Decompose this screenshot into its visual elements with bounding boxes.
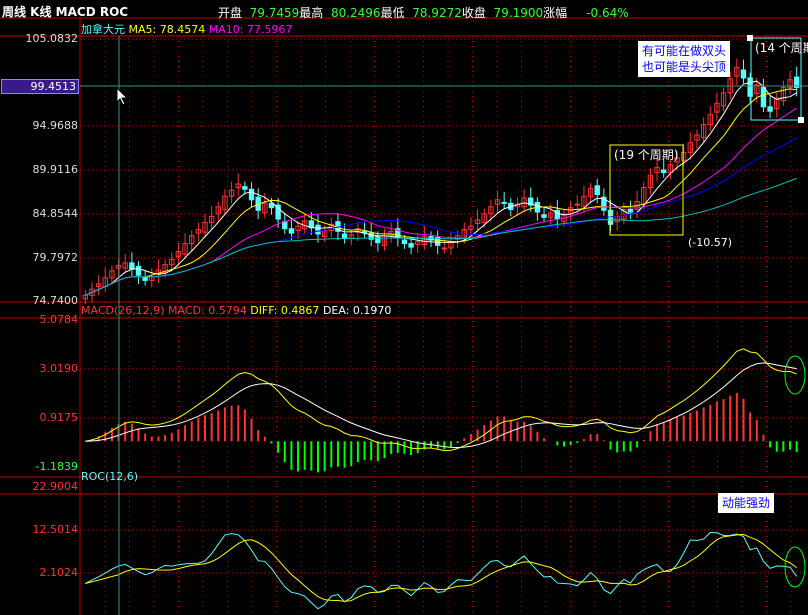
ma30-line xyxy=(85,137,797,296)
open-label: 开盘 xyxy=(218,6,243,20)
candle-down xyxy=(760,87,767,108)
low-value: 78.9272 xyxy=(412,6,462,20)
high-label: 最高 xyxy=(299,6,324,20)
candle-down xyxy=(401,239,408,245)
change-label: 涨幅 xyxy=(543,6,568,20)
candle-down xyxy=(135,265,142,276)
close-value: 79.1900 xyxy=(493,6,544,20)
candle-down xyxy=(661,169,667,174)
macd-axis-label: -1.1839 xyxy=(35,460,78,473)
close-label: 收盘 xyxy=(461,6,486,20)
highlight-ellipse-macd xyxy=(784,355,806,395)
note-line: 有可能在做双头 xyxy=(642,44,727,58)
candle-down xyxy=(282,221,288,230)
candle-down xyxy=(375,236,381,244)
candle-down xyxy=(129,262,135,270)
roc-axis-label: 2.1024 xyxy=(39,566,79,579)
ma5-value: MA5: 78.4574 xyxy=(128,23,206,36)
low-label: 最低 xyxy=(380,6,405,20)
roc-axis-label: 12.5014 xyxy=(32,523,79,536)
note-momentum: 动能强劲 xyxy=(718,493,775,513)
macd-axis-label: 5.0784 xyxy=(39,313,79,326)
price-axis-label: 89.9116 xyxy=(32,163,79,176)
candle-down xyxy=(594,185,600,196)
macd-params: MACD(26,12,9) xyxy=(81,304,165,317)
candle-down xyxy=(248,188,255,201)
ma10-value: MA10: 77.5967 xyxy=(208,23,293,36)
candle-down xyxy=(288,228,295,234)
change-value: -0.64% xyxy=(586,6,629,20)
open-value: 79.7459 xyxy=(249,6,300,20)
candle-down xyxy=(242,186,248,190)
candle-down xyxy=(541,214,547,218)
macd-legend: MACD(26,12,9) MACD: 0.5794 DIFF: 0.4867 … xyxy=(81,304,391,317)
macd-axis-label: 3.0190 xyxy=(39,362,79,375)
roc-axis-label: 22.9004 xyxy=(32,480,79,493)
candle-down xyxy=(554,209,561,220)
ma10-line xyxy=(85,88,797,296)
macd-value: MACD: 0.5794 xyxy=(168,304,247,317)
candle-down xyxy=(767,106,773,112)
instrument-name: 加拿大元 xyxy=(81,23,125,36)
price-axis-label: 94.9688 xyxy=(32,119,79,132)
candle-down xyxy=(315,224,321,235)
box2-label: (14 个周期 xyxy=(755,41,808,55)
candle-down xyxy=(740,69,747,79)
roc-ma-line xyxy=(85,533,797,602)
price-axis-label: 74.7400 xyxy=(32,294,79,307)
box1-label: (19 个周期) xyxy=(614,148,679,162)
candle-down xyxy=(408,243,414,248)
high-value: 80.2496 xyxy=(330,6,381,20)
cursor-price-label: 99.4513 xyxy=(1,79,79,94)
price-legend: 加拿大元 MA5: 78.4574 MA10: 77.5967 xyxy=(81,21,292,37)
chart-title: 周线 K线 MACD ROC xyxy=(2,5,129,19)
note-double-top: 有可能在做双头 也可能是头尖顶 xyxy=(638,41,731,77)
ma5-line xyxy=(85,80,797,296)
box1-value: (-10.57) xyxy=(688,236,733,249)
macd-axis-label: 0.9175 xyxy=(39,411,79,424)
price-axis-label: 84.8544 xyxy=(32,207,79,220)
candle-up xyxy=(574,203,580,206)
roc-line xyxy=(85,531,798,610)
candle-up xyxy=(441,247,448,250)
roc-legend: ROC(12,6) xyxy=(81,470,139,483)
quote-bar: 开盘 79.7459最高 80.2496最低 78.9272收盘 79.1900… xyxy=(218,4,629,21)
candle-down xyxy=(341,233,348,239)
dea-value: DEA: 0.1970 xyxy=(322,304,392,317)
box-handle xyxy=(747,35,753,41)
candle-down xyxy=(627,208,634,213)
price-axis-label: 79.7972 xyxy=(32,251,79,264)
price-axis-label: 105.0832 xyxy=(25,32,79,45)
box-handle xyxy=(798,117,804,123)
note-line: 也可能是头尖顶 xyxy=(642,60,727,74)
candle-down xyxy=(501,201,507,204)
diff-value: DIFF: 0.4867 xyxy=(250,304,320,317)
candle-down xyxy=(142,277,148,281)
candle-down xyxy=(747,77,753,97)
